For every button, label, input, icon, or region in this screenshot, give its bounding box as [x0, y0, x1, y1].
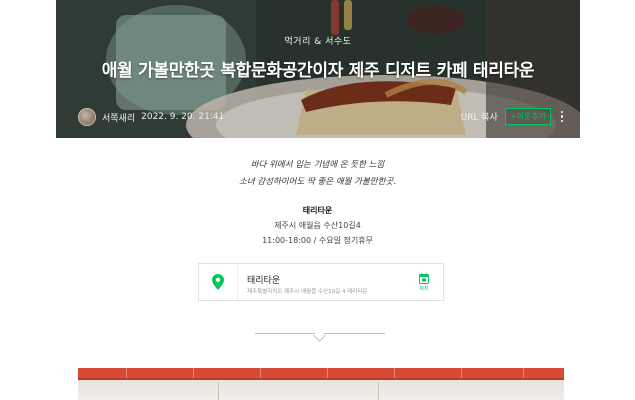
- post-meta: 서쪽새리 2022. 9. 20. 21:41: [78, 108, 224, 126]
- intro-line-2: 소녀 감성하이어도 딱 좋은 애월 가볼만한곳.: [239, 177, 396, 187]
- divider-notch-icon: [313, 329, 326, 342]
- map-card-name[interactable]: 태리타운: [247, 273, 280, 286]
- place-map-card[interactable]: 태리타운 제주특별자치도 제주시 애월읍 수산10길 4 태리타운 위치: [198, 263, 444, 301]
- map-pin-icon: [212, 274, 224, 290]
- map-route-button[interactable]: 위치: [419, 273, 429, 292]
- photo-awning-panel: [523, 368, 524, 378]
- photo-awning-panel: [260, 368, 261, 378]
- more-options-icon[interactable]: [558, 110, 566, 123]
- post-date: 2022. 9. 20. 21:41: [141, 112, 225, 122]
- photo-awning-panel: [126, 368, 127, 378]
- intro-line-1: 바다 위에서 입는 기념에 온 듯한 느낌: [250, 160, 385, 170]
- photo-awning-panel: [193, 368, 194, 378]
- post-actions: URL 복사 +이웃추가: [461, 108, 566, 125]
- photo-awning-panel: [394, 368, 395, 378]
- url-copy-button[interactable]: URL 복사: [461, 110, 498, 123]
- map-route-label: 위치: [419, 286, 429, 292]
- photo-interior: [78, 380, 564, 400]
- place-hours: 11:00-18:00 / 수요일 정기휴무: [262, 236, 373, 245]
- post-title: 애월 가볼만한곳 복합문화공간이자 제주 디저트 카페 태리타운: [101, 61, 535, 81]
- photo-awning-panel: [461, 368, 462, 378]
- place-name: 태리타운: [302, 206, 333, 215]
- content-photo[interactable]: [78, 368, 564, 400]
- post-category[interactable]: 먹거리 & 서수도: [56, 34, 580, 47]
- author-name[interactable]: 서쪽새리: [102, 111, 135, 124]
- photo-post: [378, 382, 379, 400]
- cover-image: 먹거리 & 서수도 애월 가볼만한곳 복합문화공간이자 제주 디저트 카페 태리…: [56, 0, 580, 138]
- map-pin-box: [199, 264, 238, 300]
- photo-red-awning: [78, 368, 564, 378]
- avatar[interactable]: [78, 108, 96, 126]
- add-neighbor-button[interactable]: +이웃추가: [504, 108, 551, 125]
- map-card-address: 제주특별자치도 제주시 애월읍 수산10길 4 태리타운: [247, 289, 368, 295]
- photo-awning-panel: [327, 368, 328, 378]
- place-address: 제주시 애월읍 수산10길4: [274, 221, 361, 230]
- photo-post: [218, 382, 219, 400]
- map-location-icon: [419, 273, 429, 284]
